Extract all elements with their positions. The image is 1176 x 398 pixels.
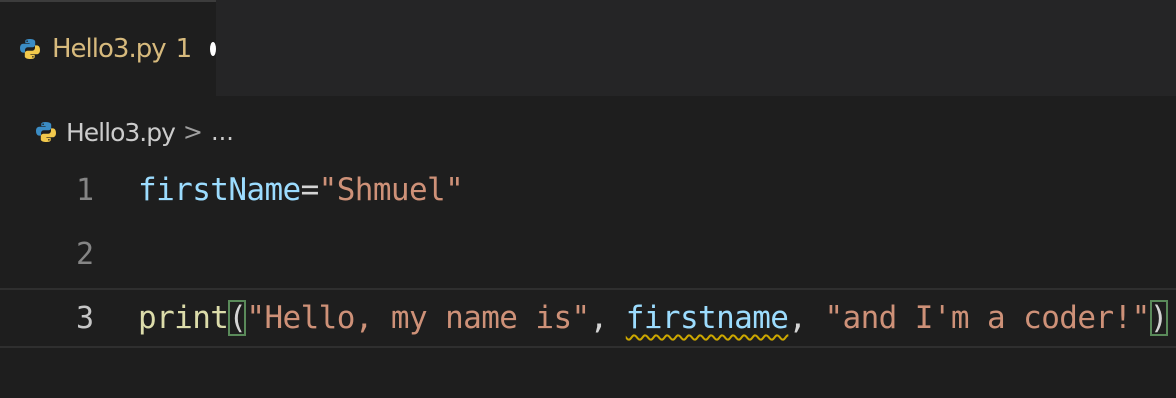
breadcrumb-file[interactable]: Hello3.py bbox=[66, 118, 176, 147]
unsaved-dot-icon[interactable] bbox=[210, 42, 216, 56]
line-number: 1 bbox=[75, 172, 94, 208]
code-token: "Shmuel" bbox=[318, 172, 464, 208]
python-icon bbox=[36, 122, 56, 142]
code-content[interactable]: firstName="Shmuel" bbox=[138, 172, 464, 208]
code-token: firstName bbox=[138, 172, 301, 208]
tab-bar: Hello3.py 1 bbox=[0, 0, 1176, 96]
breadcrumb-more[interactable]: ... bbox=[211, 118, 234, 146]
code-line-3[interactable]: 3 print("Hello, my name is", firstname, … bbox=[0, 288, 1176, 348]
code-token: "and I'm a coder!" bbox=[824, 300, 1150, 336]
tab-hello3-py[interactable]: Hello3.py 1 bbox=[0, 0, 216, 96]
warning-squiggle-token[interactable]: firstname bbox=[626, 300, 789, 336]
editor-window: Hello3.py 1 Hello3.py > ... 1 firstName=… bbox=[0, 0, 1176, 398]
problem-count-badge: 1 bbox=[175, 34, 193, 64]
breadcrumb: Hello3.py > ... bbox=[34, 112, 234, 152]
matched-bracket: ( bbox=[228, 300, 247, 336]
code-content[interactable]: print("Hello, my name is", firstname, "a… bbox=[138, 300, 1168, 336]
code-token: print bbox=[138, 300, 229, 336]
line-number: 3 bbox=[75, 300, 94, 336]
code-editor[interactable]: 1 firstName="Shmuel" 2 3 print("Hello, m… bbox=[0, 160, 1176, 398]
code-line-2[interactable]: 2 bbox=[0, 224, 1176, 284]
code-token: "Hello, my name is" bbox=[246, 300, 590, 336]
code-token: , bbox=[788, 300, 825, 336]
code-token: = bbox=[300, 172, 320, 208]
code-token: , bbox=[589, 300, 626, 336]
matched-bracket: ) bbox=[1149, 300, 1168, 336]
line-number: 2 bbox=[75, 236, 94, 272]
code-line-1[interactable]: 1 firstName="Shmuel" bbox=[0, 160, 1176, 220]
tab-label: Hello3.py bbox=[52, 34, 167, 64]
python-icon bbox=[20, 39, 40, 59]
breadcrumb-separator: > bbox=[182, 118, 203, 146]
